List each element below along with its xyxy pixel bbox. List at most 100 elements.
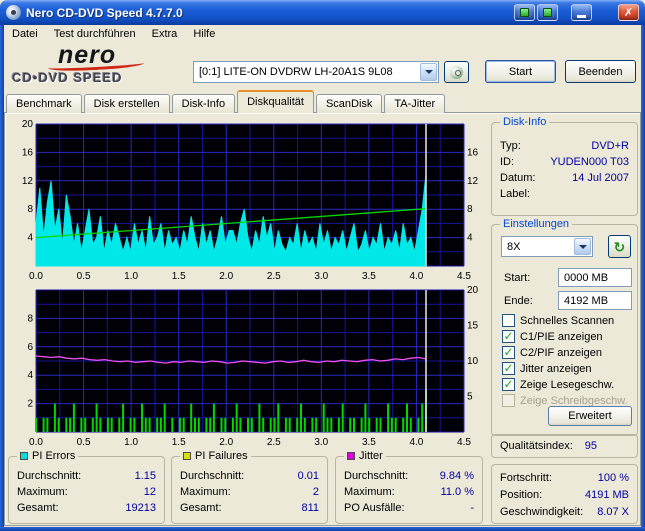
svg-text:10: 10	[467, 356, 479, 367]
titlebar-icon-button-2[interactable]	[537, 4, 558, 21]
stat-label: PO Ausfälle:	[344, 502, 405, 514]
svg-text:4.5: 4.5	[457, 271, 471, 282]
speed-label: Geschwindigkeit:	[500, 506, 584, 518]
chevron-down-icon[interactable]	[420, 63, 437, 81]
checkbox-box: ✓	[502, 346, 515, 359]
checkbox-c2-pif-anzeigen[interactable]: ✓ C2/PIF anzeigen	[502, 346, 602, 359]
close-button[interactable]: ✗	[618, 4, 639, 21]
svg-text:8: 8	[27, 204, 33, 215]
advanced-button[interactable]: Erweitert	[548, 406, 632, 426]
jitter-title-text: Jitter	[359, 450, 383, 462]
checkbox-label: Zeige Schreibgeschw.	[520, 394, 628, 407]
checkbox-label: Schnelles Scannen	[520, 314, 615, 327]
svg-text:4: 4	[467, 233, 473, 244]
tab-diskqualitaet[interactable]: Diskqualität	[237, 90, 314, 113]
quality-index-label: Qualitätsindex:	[500, 440, 573, 452]
position-label: Position:	[500, 489, 543, 501]
app-disc-icon	[6, 5, 21, 20]
stat-value: 12	[143, 486, 156, 498]
disk-info-group: Disk-Info Typ: DVD+R ID: YUDEN000 T03 Datu…	[491, 116, 638, 216]
drive-select[interactable]: [0:1] LITE-ON DVDRW LH-20A1S 9L08	[193, 61, 439, 83]
stat-value: 11.0 %	[440, 486, 474, 498]
checkbox-jitter-anzeigen[interactable]: ✓ Jitter anzeigen	[502, 362, 592, 375]
speed-value: 8.07 X	[597, 506, 629, 518]
svg-text:3.5: 3.5	[362, 271, 376, 282]
checkbox-box: ✓	[502, 394, 515, 407]
svg-text:20: 20	[467, 286, 479, 296]
svg-text:1.0: 1.0	[124, 437, 138, 448]
position-value: 4191 MB	[584, 489, 629, 501]
scan-end-input[interactable]	[558, 291, 632, 310]
refresh-speed-button[interactable]: ↻	[608, 235, 631, 258]
menu-extra[interactable]: Extra	[144, 27, 186, 41]
window-frame-left	[0, 25, 4, 527]
check-icon: ✓	[503, 360, 514, 375]
menu-datei[interactable]: Datei	[4, 27, 46, 41]
svg-text:15: 15	[467, 321, 479, 332]
checkbox-label: Zeige Lesegeschw.	[520, 378, 615, 391]
quality-index-value: 95	[584, 440, 597, 452]
checkbox-box: ✓	[502, 362, 515, 375]
stat-label: Durchschnitt:	[344, 470, 409, 482]
chevron-down-icon[interactable]	[574, 238, 591, 255]
svg-text:5: 5	[467, 392, 473, 403]
pif-jitter-chart: 2 4 6 8 5 10 15 20 0.0 0.5 1.0 1.5 2.0 2.5 3.0 3.5 4.0 4.…	[27, 286, 479, 448]
svg-text:8: 8	[467, 204, 473, 215]
menu-hilfe[interactable]: Hilfe	[185, 27, 223, 41]
minimize-icon	[577, 15, 586, 18]
scan-start-input[interactable]	[558, 268, 632, 287]
svg-text:2: 2	[27, 399, 33, 410]
check-icon: ✓	[503, 344, 514, 359]
close-icon: ✗	[623, 7, 634, 19]
svg-text:4.5: 4.5	[457, 437, 471, 448]
tab-disk-erstellen[interactable]: Disk erstellen	[83, 94, 170, 113]
checkbox-schnelles-scannen[interactable]: ✓ Schnelles Scannen	[502, 314, 614, 327]
stat-label: Maximum:	[180, 486, 231, 498]
svg-text:0.5: 0.5	[77, 271, 91, 282]
cddvdspeed-logo-text: CD•DVD SPEED	[12, 70, 123, 85]
window-frame-right	[641, 25, 645, 527]
stat-value: 2	[312, 486, 319, 498]
tab-ta-jitter[interactable]: TA-Jitter	[384, 94, 446, 113]
svg-text:0.5: 0.5	[77, 437, 91, 448]
stat-value: 0.01	[297, 470, 319, 482]
app-window: Nero CD-DVD Speed 4.7.7.0 ✗ Datei Test d…	[0, 0, 645, 531]
checkbox-c1-pie-anzeigen[interactable]: ✓ C1/PIE anzeigen	[502, 330, 603, 343]
start-button[interactable]: Start	[485, 60, 556, 83]
tab-benchmark[interactable]: Benchmark	[6, 94, 82, 113]
stat-value: 9.84 %	[439, 470, 474, 482]
svg-text:6: 6	[27, 342, 33, 353]
disk-id-label: ID:	[500, 156, 515, 168]
check-icon: ✓	[503, 376, 514, 391]
titlebar-icon-button-1[interactable]	[514, 4, 535, 21]
menu-test-durchfuehren[interactable]: Test durchführen	[46, 27, 144, 41]
tab-disk-info[interactable]: Disk-Info	[171, 94, 236, 113]
disk-type-value: DVD+R	[591, 140, 629, 152]
checkbox-box: ✓	[502, 314, 515, 327]
stat-value: 811	[301, 502, 319, 514]
stat-label: Gesamt:	[17, 502, 59, 514]
checkbox-zeige-lesegeschw[interactable]: ✓ Zeige Lesegeschw.	[502, 378, 614, 391]
green-square-icon	[520, 8, 529, 17]
drive-info-button[interactable]	[444, 61, 469, 83]
stat-label: Maximum:	[17, 486, 68, 498]
svg-text:2.0: 2.0	[219, 271, 233, 282]
svg-text:4.0: 4.0	[409, 271, 423, 282]
speed-select[interactable]: 8X	[501, 236, 593, 257]
titlebar[interactable]: Nero CD-DVD Speed 4.7.7.0 ✗	[0, 0, 645, 25]
jitter-legend-icon	[347, 452, 355, 460]
tab-scandisk[interactable]: ScanDisk	[315, 94, 383, 113]
checkbox-box: ✓	[502, 378, 515, 391]
disk-info-title: Disk-Info	[500, 116, 550, 129]
svg-text:3.0: 3.0	[314, 271, 328, 282]
svg-text:16: 16	[22, 147, 34, 158]
quit-button[interactable]: Beenden	[565, 60, 636, 83]
stat-label: Durchschnitt:	[17, 470, 82, 482]
minimize-button[interactable]	[571, 4, 592, 21]
pi-failures-box: PI Failures Durchschnitt: 0.01 Maximum: 2 …	[171, 450, 328, 524]
pi-failures-title: PI Failures	[180, 450, 251, 463]
window-frame-bottom	[0, 527, 645, 531]
quality-index-box: Qualitätsindex: 95	[491, 434, 638, 458]
tab-strip: Benchmark Disk erstellen Disk-Info Diskq…	[6, 90, 447, 113]
checkbox-label: Jitter anzeigen	[520, 362, 592, 375]
